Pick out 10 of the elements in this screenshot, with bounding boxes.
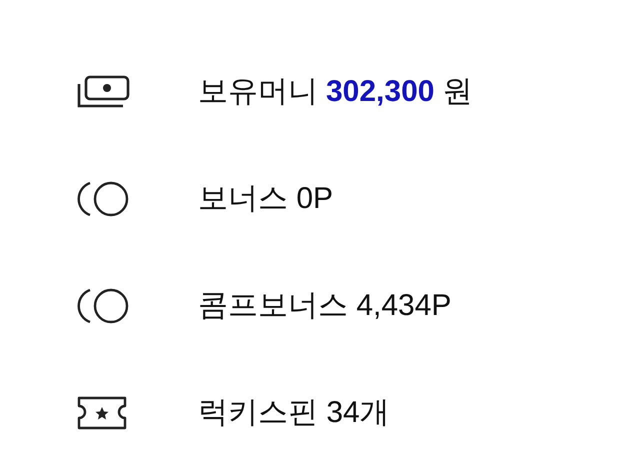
cash-icon xyxy=(76,74,132,108)
asset-label: 럭키스핀 34개 xyxy=(198,395,390,431)
currency-unit: 원 xyxy=(442,74,472,110)
asset-label: 보너스 0P xyxy=(198,181,334,217)
coins-icon xyxy=(76,180,130,218)
money-amount: 302,300 xyxy=(326,75,434,109)
asset-label: 보유머니 xyxy=(198,74,318,110)
asset-label: 콤프보너스 4,434P xyxy=(198,288,452,324)
ticket-icon xyxy=(76,394,128,430)
coins-icon xyxy=(76,286,130,324)
